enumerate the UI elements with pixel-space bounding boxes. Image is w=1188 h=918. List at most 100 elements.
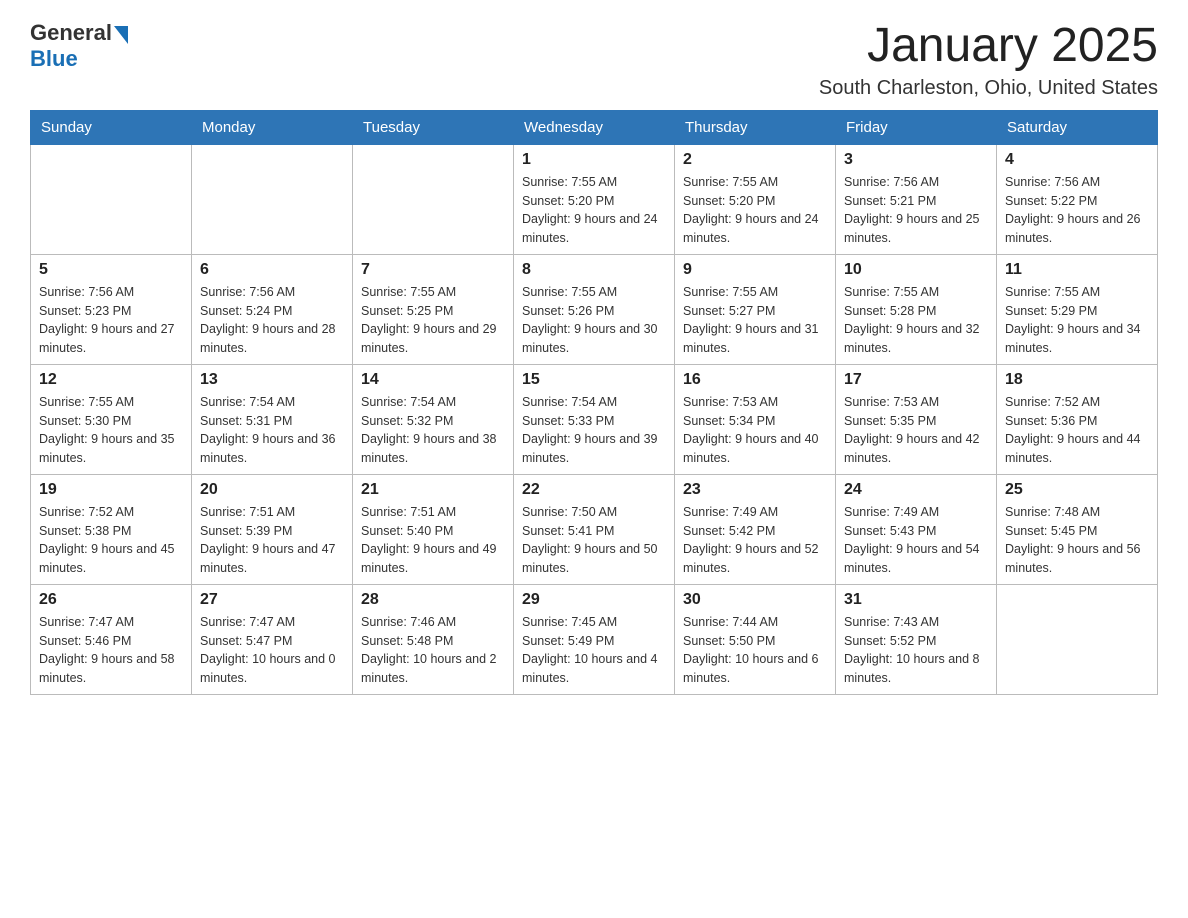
day-number: 15 [522,371,666,389]
day-info: Sunrise: 7:55 AMSunset: 5:29 PMDaylight:… [1005,283,1149,358]
day-info: Sunrise: 7:47 AMSunset: 5:46 PMDaylight:… [39,613,183,688]
day-number: 23 [683,481,827,499]
day-number: 29 [522,591,666,609]
logo-triangle-icon [114,26,128,44]
calendar-cell: 22 Sunrise: 7:50 AMSunset: 5:41 PMDayligh… [514,474,675,584]
day-number: 3 [844,151,988,169]
day-number: 7 [361,261,505,279]
calendar-cell: 3 Sunrise: 7:56 AMSunset: 5:21 PMDaylight… [836,144,997,254]
day-number: 24 [844,481,988,499]
calendar-cell: 12 Sunrise: 7:55 AMSunset: 5:30 PMDayligh… [31,364,192,474]
calendar-cell: 8 Sunrise: 7:55 AMSunset: 5:26 PMDaylight… [514,254,675,364]
calendar-cell: 27 Sunrise: 7:47 AMSunset: 5:47 PMDayligh… [192,584,353,694]
calendar-cell: 5 Sunrise: 7:56 AMSunset: 5:23 PMDaylight… [31,254,192,364]
calendar-cell: 23Sunrise: 7:49 AMSunset: 5:42 PMDayligh… [675,474,836,584]
day-number: 13 [200,371,344,389]
page-header: General Blue January 2025 South Charlest… [30,20,1158,100]
calendar-table: SundayMondayTuesdayWednesdayThursdayFrid… [30,110,1158,695]
calendar-cell: 29 Sunrise: 7:45 AMSunset: 5:49 PMDayligh… [514,584,675,694]
calendar-cell [997,584,1158,694]
day-info: Sunrise: 7:44 AMSunset: 5:50 PMDaylight:… [683,613,827,688]
calendar-cell: 17Sunrise: 7:53 AMSunset: 5:35 PMDayligh… [836,364,997,474]
weekday-header-sunday: Sunday [31,110,192,144]
day-info: Sunrise: 7:55 AMSunset: 5:25 PMDaylight:… [361,283,505,358]
day-number: 31 [844,591,988,609]
weekday-header-row: SundayMondayTuesdayWednesdayThursdayFrid… [31,110,1158,144]
title-section: January 2025 South Charleston, Ohio, Uni… [819,20,1158,100]
calendar-cell: 13 Sunrise: 7:54 AMSunset: 5:31 PMDayligh… [192,364,353,474]
day-info: Sunrise: 7:56 AMSunset: 5:21 PMDaylight:… [844,173,988,248]
day-info: Sunrise: 7:50 AMSunset: 5:41 PMDaylight:… [522,503,666,578]
day-info: Sunrise: 7:54 AMSunset: 5:33 PMDaylight:… [522,393,666,468]
calendar-cell: 10 Sunrise: 7:55 AMSunset: 5:28 PMDayligh… [836,254,997,364]
calendar-cell: 30 Sunrise: 7:44 AMSunset: 5:50 PMDayligh… [675,584,836,694]
day-number: 12 [39,371,183,389]
calendar-cell: 24Sunrise: 7:49 AMSunset: 5:43 PMDayligh… [836,474,997,584]
day-info: Sunrise: 7:55 AMSunset: 5:28 PMDaylight:… [844,283,988,358]
day-info: Sunrise: 7:47 AMSunset: 5:47 PMDaylight:… [200,613,344,688]
calendar-cell: 1Sunrise: 7:55 AMSunset: 5:20 PMDaylight… [514,144,675,254]
logo-text-general: General [30,20,112,46]
day-info: Sunrise: 7:55 AMSunset: 5:26 PMDaylight:… [522,283,666,358]
calendar-cell: 7 Sunrise: 7:55 AMSunset: 5:25 PMDaylight… [353,254,514,364]
day-info: Sunrise: 7:52 AMSunset: 5:36 PMDaylight:… [1005,393,1149,468]
day-number: 30 [683,591,827,609]
day-number: 28 [361,591,505,609]
day-info: Sunrise: 7:51 AMSunset: 5:40 PMDaylight:… [361,503,505,578]
day-info: Sunrise: 7:51 AMSunset: 5:39 PMDaylight:… [200,503,344,578]
day-number: 21 [361,481,505,499]
calendar-cell: 14 Sunrise: 7:54 AMSunset: 5:32 PMDayligh… [353,364,514,474]
calendar-cell: 31 Sunrise: 7:43 AMSunset: 5:52 PMDayligh… [836,584,997,694]
calendar-cell: 28 Sunrise: 7:46 AMSunset: 5:48 PMDayligh… [353,584,514,694]
day-info: Sunrise: 7:43 AMSunset: 5:52 PMDaylight:… [844,613,988,688]
logo: General Blue [30,20,128,72]
calendar-cell: 11Sunrise: 7:55 AMSunset: 5:29 PMDayligh… [997,254,1158,364]
week-row-5: 26 Sunrise: 7:47 AMSunset: 5:46 PMDayligh… [31,584,1158,694]
day-info: Sunrise: 7:55 AMSunset: 5:30 PMDaylight:… [39,393,183,468]
day-info: Sunrise: 7:56 AMSunset: 5:23 PMDaylight:… [39,283,183,358]
logo-text-blue: Blue [30,46,78,72]
day-number: 2 [683,151,827,169]
week-row-1: 1 Sunrise: 7:55 AMSunset: 5:20 PMDaylight… [31,144,1158,254]
weekday-header-tuesday: Tuesday [353,110,514,144]
day-number: 10 [844,261,988,279]
day-number: 22 [522,481,666,499]
calendar-cell: 6Sunrise: 7:56 AMSunset: 5:24 PMDaylight… [192,254,353,364]
calendar-cell: 25Sunrise: 7:48 AMSunset: 5:45 PMDayligh… [997,474,1158,584]
day-info: Sunrise: 7:54 AMSunset: 5:31 PMDaylight:… [200,393,344,468]
weekday-header-thursday: Thursday [675,110,836,144]
calendar-cell: 20 Sunrise: 7:51 AMSunset: 5:39 PMDayligh… [192,474,353,584]
day-info: Sunrise: 7:53 AMSunset: 5:35 PMDaylight:… [844,393,988,468]
calendar-cell: 2 Sunrise: 7:55 AMSunset: 5:20 PMDaylight… [675,144,836,254]
calendar-cell [31,144,192,254]
day-number: 20 [200,481,344,499]
day-info: Sunrise: 7:45 AMSunset: 5:49 PMDaylight:… [522,613,666,688]
day-number: 1 [522,151,666,169]
day-info: Sunrise: 7:54 AMSunset: 5:32 PMDaylight:… [361,393,505,468]
day-info: Sunrise: 7:55 AMSunset: 5:27 PMDaylight:… [683,283,827,358]
calendar-cell: 16Sunrise: 7:53 AMSunset: 5:34 PMDayligh… [675,364,836,474]
calendar-cell: 21 Sunrise: 7:51 AMSunset: 5:40 PMDayligh… [353,474,514,584]
day-number: 5 [39,261,183,279]
day-number: 27 [200,591,344,609]
day-info: Sunrise: 7:56 AMSunset: 5:22 PMDaylight:… [1005,173,1149,248]
day-info: Sunrise: 7:46 AMSunset: 5:48 PMDaylight:… [361,613,505,688]
weekday-header-saturday: Saturday [997,110,1158,144]
day-number: 14 [361,371,505,389]
day-info: Sunrise: 7:56 AMSunset: 5:24 PMDaylight:… [200,283,344,358]
day-info: Sunrise: 7:55 AMSunset: 5:20 PMDaylight:… [683,173,827,248]
weekday-header-friday: Friday [836,110,997,144]
day-number: 18 [1005,371,1149,389]
day-number: 19 [39,481,183,499]
day-info: Sunrise: 7:53 AMSunset: 5:34 PMDaylight:… [683,393,827,468]
calendar-cell: 4Sunrise: 7:56 AMSunset: 5:22 PMDaylight… [997,144,1158,254]
calendar-title: January 2025 [819,20,1158,73]
week-row-3: 12 Sunrise: 7:55 AMSunset: 5:30 PMDayligh… [31,364,1158,474]
day-number: 9 [683,261,827,279]
day-number: 26 [39,591,183,609]
day-number: 8 [522,261,666,279]
week-row-2: 5 Sunrise: 7:56 AMSunset: 5:23 PMDaylight… [31,254,1158,364]
day-info: Sunrise: 7:48 AMSunset: 5:45 PMDaylight:… [1005,503,1149,578]
calendar-cell [192,144,353,254]
week-row-4: 19Sunrise: 7:52 AMSunset: 5:38 PMDayligh… [31,474,1158,584]
